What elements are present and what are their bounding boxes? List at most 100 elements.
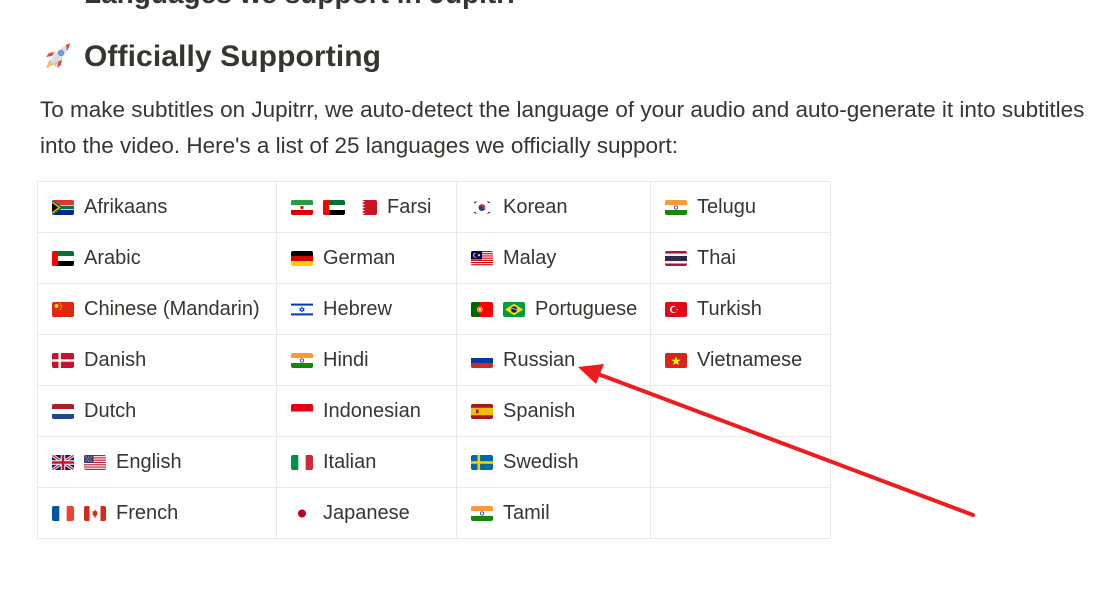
language-entry: Italian bbox=[291, 451, 456, 474]
table-cell: Malay bbox=[456, 232, 651, 284]
table-row: French Japanese Tamil bbox=[37, 487, 831, 539]
flag-iran-icon bbox=[291, 199, 313, 215]
language-label: Afrikaans bbox=[84, 195, 168, 218]
flag-uae-icon bbox=[52, 250, 74, 266]
flag-indonesia-icon bbox=[291, 403, 313, 419]
table-cell: Russian bbox=[456, 334, 651, 386]
language-entry: Danish bbox=[52, 349, 276, 372]
language-label: Danish bbox=[84, 348, 147, 371]
language-entry: Farsi bbox=[291, 196, 456, 219]
table-cell: English bbox=[37, 436, 277, 488]
table-cell: German bbox=[276, 232, 457, 284]
language-label: Portuguese bbox=[535, 297, 638, 320]
table-cell bbox=[650, 436, 831, 488]
language-label: Korean bbox=[503, 195, 568, 218]
language-label: French bbox=[116, 501, 179, 524]
flag-india-icon bbox=[291, 352, 313, 368]
flag-usa-icon bbox=[84, 454, 106, 470]
language-entry: Japanese bbox=[291, 502, 456, 525]
flag-india-icon bbox=[471, 505, 493, 521]
flag-sweden-icon bbox=[471, 454, 493, 470]
language-label: Japanese bbox=[323, 501, 410, 524]
language-entry: Russian bbox=[471, 349, 650, 372]
language-label: Hindi bbox=[323, 348, 369, 371]
table-cell: Spanish bbox=[456, 385, 651, 437]
language-entry: Telugu bbox=[665, 196, 830, 219]
table-cell: Farsi bbox=[276, 181, 457, 233]
flag-brazil-icon bbox=[503, 301, 525, 317]
language-entry: Hindi bbox=[291, 349, 456, 372]
language-label: German bbox=[323, 246, 396, 269]
language-label: Chinese (Mandarin) bbox=[84, 297, 260, 320]
flag-south-korea-icon bbox=[471, 199, 493, 215]
table-cell: Vietnamese bbox=[650, 334, 831, 386]
language-label: English bbox=[116, 450, 182, 473]
flag-spain-icon bbox=[471, 403, 493, 419]
language-entry: Thai bbox=[665, 247, 830, 270]
table-cell: Portuguese bbox=[456, 283, 651, 335]
language-entry: Dutch bbox=[52, 400, 276, 423]
table-row: Danish Hindi Russian Vietnamese bbox=[37, 334, 831, 386]
language-entry: Korean bbox=[471, 196, 650, 219]
language-label: Telugu bbox=[697, 195, 756, 218]
section-heading: Officially Supporting bbox=[40, 40, 381, 74]
table-cell: Italian bbox=[276, 436, 457, 488]
flag-russia-icon bbox=[471, 352, 493, 368]
language-entry: German bbox=[291, 247, 456, 270]
flag-italy-icon bbox=[291, 454, 313, 470]
languages-table: Afrikaans Farsi Korean Telugu Arabic German Ma… bbox=[37, 181, 831, 539]
language-label: Spanish bbox=[503, 399, 576, 422]
flag-netherlands-icon bbox=[52, 403, 74, 419]
table-row: Arabic German Malay Thai bbox=[37, 232, 831, 284]
table-cell: Telugu bbox=[650, 181, 831, 233]
table-cell: Japanese bbox=[276, 487, 457, 539]
language-entry: Hebrew bbox=[291, 298, 456, 321]
rocket-icon bbox=[40, 40, 74, 74]
language-label: Russian bbox=[503, 348, 576, 371]
flag-malaysia-icon bbox=[471, 250, 493, 266]
table-cell: Thai bbox=[650, 232, 831, 284]
language-entry: Malay bbox=[471, 247, 650, 270]
language-label: Dutch bbox=[84, 399, 137, 422]
flag-turkey-icon bbox=[665, 301, 687, 317]
language-label: Farsi bbox=[387, 195, 432, 218]
table-cell: French bbox=[37, 487, 277, 539]
table-cell: Arabic bbox=[37, 232, 277, 284]
table-row: Afrikaans Farsi Korean Telugu bbox=[37, 181, 831, 233]
flag-canada-icon bbox=[84, 505, 106, 521]
flag-germany-icon bbox=[291, 250, 313, 266]
table-cell: Hebrew bbox=[276, 283, 457, 335]
intro-paragraph: To make subtitles on Jupitrr, we auto-de… bbox=[40, 97, 1085, 158]
language-label: Swedish bbox=[503, 450, 579, 473]
flag-france-icon bbox=[52, 505, 74, 521]
flag-vietnam-icon bbox=[665, 352, 687, 368]
table-cell bbox=[650, 385, 831, 437]
table-cell: Indonesian bbox=[276, 385, 457, 437]
language-label: Vietnamese bbox=[697, 348, 803, 371]
table-cell: Hindi bbox=[276, 334, 457, 386]
language-entry: Vietnamese bbox=[665, 349, 830, 372]
language-label: Arabic bbox=[84, 246, 141, 269]
language-label: Malay bbox=[503, 246, 557, 269]
flag-south-africa-icon bbox=[52, 199, 74, 215]
flag-bahrain-icon bbox=[355, 199, 377, 215]
section-title: Officially Supporting bbox=[84, 40, 382, 73]
language-entry: Afrikaans bbox=[52, 196, 276, 219]
language-entry: English bbox=[52, 451, 276, 474]
table-row: Dutch Indonesian Spanish bbox=[37, 385, 831, 437]
flag-portugal-icon bbox=[471, 301, 493, 317]
table-cell: Afrikaans bbox=[37, 181, 277, 233]
table-row: English Italian Swedish bbox=[37, 436, 831, 488]
language-entry: Spanish bbox=[471, 400, 650, 423]
table-cell: Swedish bbox=[456, 436, 651, 488]
language-entry: Indonesian bbox=[291, 400, 456, 423]
table-cell: Turkish bbox=[650, 283, 831, 335]
table-row: Chinese (Mandarin) Hebrew Portuguese Turkis… bbox=[37, 283, 831, 335]
previous-section-heading: Languages we support in Jupitrr bbox=[84, 0, 518, 10]
table-cell: Chinese (Mandarin) bbox=[37, 283, 277, 335]
flag-thailand-icon bbox=[665, 250, 687, 266]
flag-uae-icon bbox=[323, 199, 345, 215]
language-label: Hebrew bbox=[323, 297, 392, 320]
language-entry: Arabic bbox=[52, 247, 276, 270]
table-cell: Danish bbox=[37, 334, 277, 386]
